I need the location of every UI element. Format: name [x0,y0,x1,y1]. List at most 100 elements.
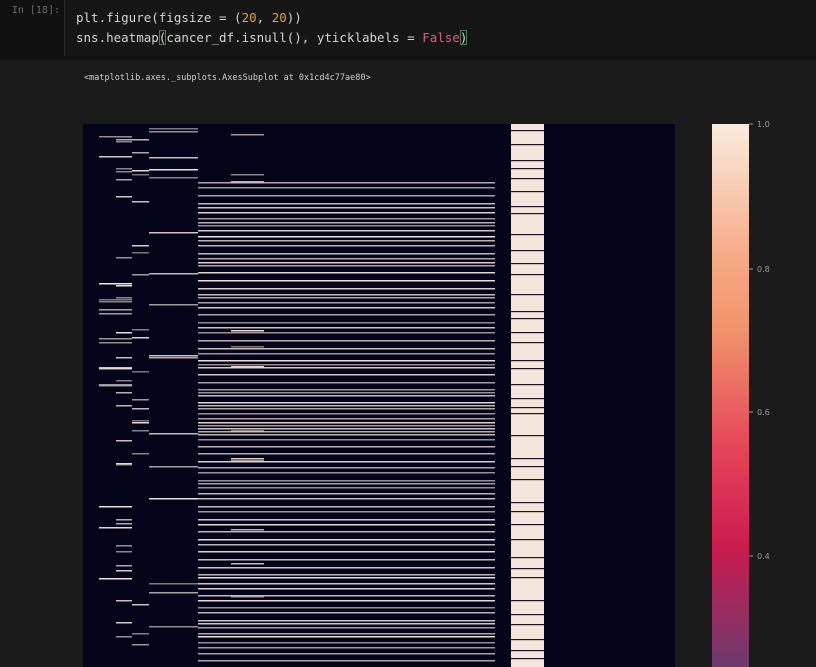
null-cell [198,428,495,430]
null-cell [99,299,132,301]
null-cell [198,405,495,407]
null-cell [198,453,495,455]
null-cell [231,529,264,531]
null-cell [198,203,495,205]
present-cell [511,144,544,146]
null-cell [231,458,264,460]
null-cell [116,440,132,442]
null-cell [198,382,495,384]
present-cell [511,332,544,334]
null-cell [198,392,495,394]
present-cell [511,466,544,468]
null-cell [198,660,495,662]
null-cell [198,225,495,227]
null-cell [99,506,132,508]
null-cell [198,364,495,366]
null-cell [132,337,149,339]
null-cell [149,273,198,275]
null-cell [231,181,264,183]
null-cell [132,604,149,606]
null-cell [149,357,198,359]
null-cell [99,156,132,158]
null-cell [149,466,198,468]
null-cell [116,570,132,572]
null-cell [99,367,132,369]
present-cell [511,458,544,460]
null-cell [116,332,132,334]
heatmap-figure: 1.0 0.8 0.6 0.4 [83,120,770,667]
null-cell [99,136,132,138]
null-cell [116,380,132,382]
null-cell [198,600,495,602]
null-cell [198,623,495,625]
null-cell [198,620,495,622]
present-cell [511,624,544,626]
null-cell [198,265,495,267]
null-cell [149,583,198,585]
present-cell [511,384,544,386]
null-cell [198,297,495,299]
null-cell [132,644,149,646]
null-cell [198,262,495,264]
null-cell [198,212,495,214]
null-cell [132,430,149,432]
null-cell [198,258,495,260]
null-cell [132,633,149,635]
null-cell [198,272,495,274]
present-cell [511,263,544,265]
null-cell [116,139,132,141]
null-cell [198,245,495,247]
null-cell [198,422,495,424]
null-cell [231,174,264,176]
null-cell [132,139,149,141]
null-cell [132,170,149,172]
null-cell [116,285,132,287]
null-cell [149,498,198,500]
null-cell [149,592,198,594]
null-cell [198,413,495,415]
null-cell [198,434,495,436]
present-cell [511,650,544,652]
null-cell [99,342,132,344]
null-cell [198,253,495,255]
null-cell [198,531,495,533]
null-cell [198,588,495,590]
null-cell [198,483,495,485]
null-cell [198,353,495,355]
null-column [511,124,544,667]
present-cell [511,342,544,344]
present-cell [511,191,544,193]
null-cell [231,563,264,565]
null-cell [116,297,132,299]
null-cell [116,196,132,198]
null-cell [198,467,495,469]
null-cell [231,134,264,136]
null-cell [198,551,495,553]
present-cell [511,398,544,400]
present-cell [511,639,544,641]
null-cell [198,332,495,334]
null-cell [132,329,149,331]
null-cell [198,418,495,420]
null-cell [198,408,495,410]
present-cell [511,511,544,513]
null-cell [198,524,495,526]
null-cell [198,480,495,482]
null-cell [198,360,495,362]
null-cell [132,420,149,422]
present-cell [511,168,544,170]
null-cell [198,280,495,282]
null-cell [132,408,149,410]
null-cell [198,636,495,638]
null-cell [231,330,264,332]
null-cell [198,612,495,614]
colorbar-tick-label: 0.6 [757,408,770,417]
null-cell [198,439,495,441]
null-cell [116,464,132,466]
null-cell [198,187,495,189]
null-cell [198,340,495,342]
present-cell [511,524,544,526]
present-cell [511,557,544,559]
null-cell [198,395,495,397]
null-cell [231,596,264,598]
